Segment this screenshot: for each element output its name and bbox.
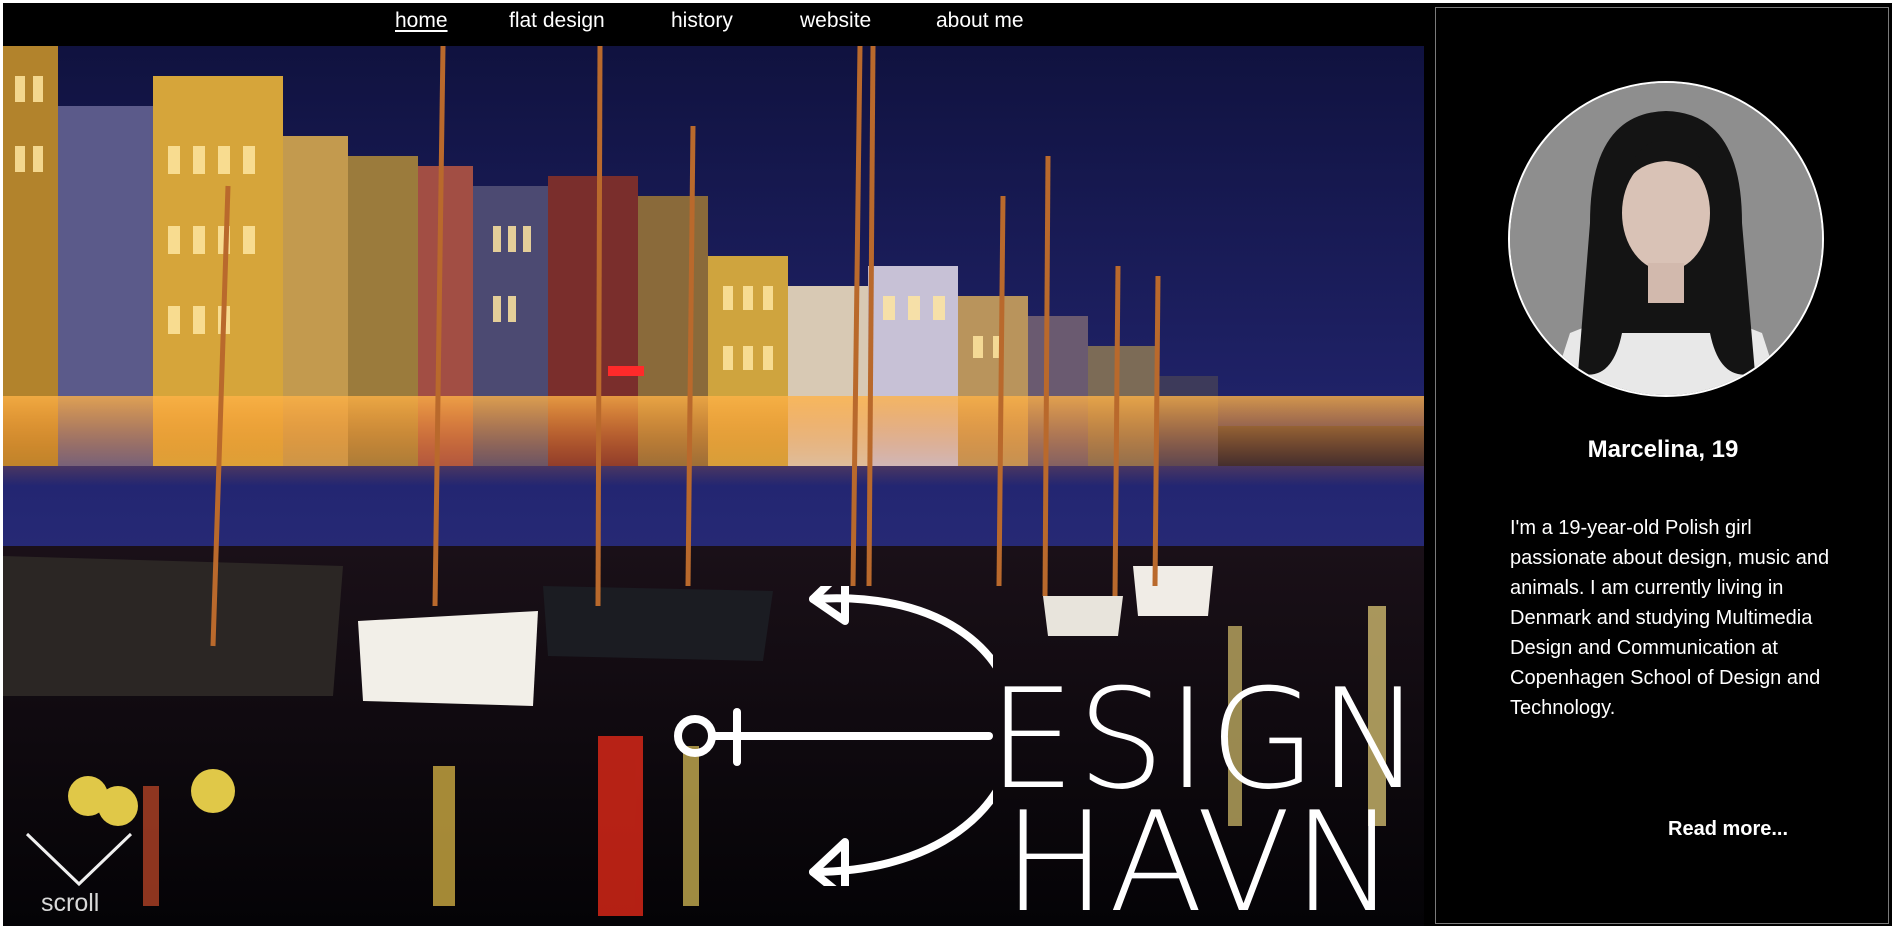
nav-website[interactable]: website xyxy=(800,9,871,33)
nav-flat-design[interactable]: flat design xyxy=(509,9,605,33)
logo-text-line2: HAVN xyxy=(1003,782,1398,927)
nav-home[interactable]: home xyxy=(395,9,448,33)
profile-sidebar: Marcelina, 19 I'm a 19-year-old Polish g… xyxy=(1435,7,1889,924)
top-nav: home flat design history website about m… xyxy=(3,3,1427,46)
anchor-icon xyxy=(674,586,993,886)
profile-name: Marcelina, 19 xyxy=(1587,436,1739,463)
page-frame: home flat design history website about m… xyxy=(3,3,1892,926)
read-more-link[interactable]: Read more... xyxy=(1668,818,1788,841)
avatar-portrait-image xyxy=(1510,83,1822,395)
scroll-label[interactable]: scroll xyxy=(41,889,99,918)
avatar xyxy=(1508,81,1824,397)
profile-bio: I'm a 19-year-old Polish girl passionate… xyxy=(1510,517,1830,719)
hero-section: ESIGN HAVN scroll xyxy=(3,46,1424,926)
nav-history[interactable]: history xyxy=(671,9,733,33)
nav-about-me[interactable]: about me xyxy=(936,9,1024,33)
